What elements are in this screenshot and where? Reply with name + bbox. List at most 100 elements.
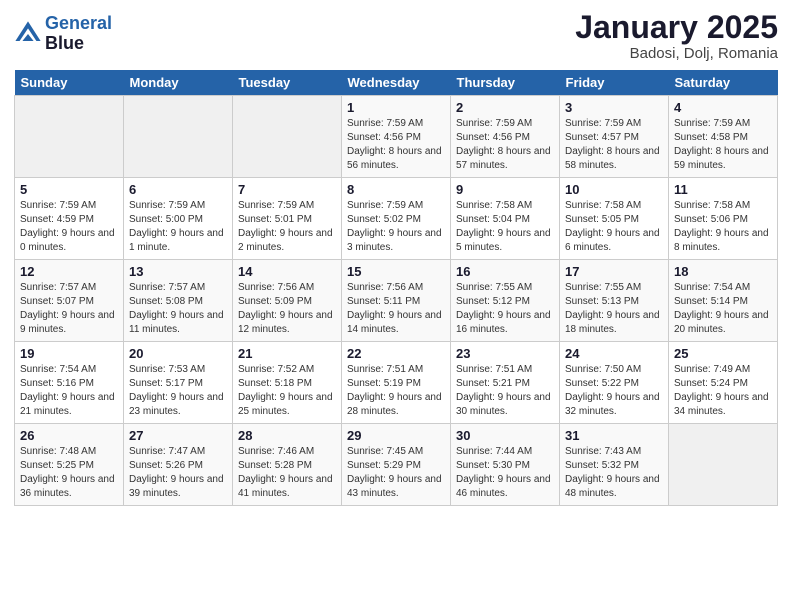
day-number: 7 — [238, 182, 336, 197]
day-number: 24 — [565, 346, 663, 361]
calendar-cell: 6 Sunrise: 7:59 AMSunset: 5:00 PMDayligh… — [124, 178, 233, 260]
day-info: Sunrise: 7:57 AMSunset: 5:08 PMDaylight:… — [129, 281, 227, 337]
day-info: Sunrise: 7:58 AMSunset: 5:04 PMDaylight:… — [456, 199, 554, 255]
col-thursday: Thursday — [451, 70, 560, 96]
day-number: 8 — [347, 182, 445, 197]
calendar-cell: 5 Sunrise: 7:59 AMSunset: 4:59 PMDayligh… — [15, 178, 124, 260]
day-info: Sunrise: 7:58 AMSunset: 5:05 PMDaylight:… — [565, 199, 663, 255]
day-info: Sunrise: 7:59 AMSunset: 4:59 PMDaylight:… — [20, 199, 118, 255]
day-number: 4 — [674, 100, 772, 115]
calendar-cell: 19 Sunrise: 7:54 AMSunset: 5:16 PMDaylig… — [15, 342, 124, 424]
calendar-cell: 8 Sunrise: 7:59 AMSunset: 5:02 PMDayligh… — [342, 178, 451, 260]
logo: General Blue — [14, 14, 112, 54]
location: Badosi, Dolj, Romania — [575, 45, 778, 62]
calendar-cell: 1 Sunrise: 7:59 AMSunset: 4:56 PMDayligh… — [342, 96, 451, 178]
day-number: 13 — [129, 264, 227, 279]
calendar-week-row: 26 Sunrise: 7:48 AMSunset: 5:25 PMDaylig… — [15, 424, 778, 506]
title-block: January 2025 Badosi, Dolj, Romania — [575, 10, 778, 62]
day-info: Sunrise: 7:57 AMSunset: 5:07 PMDaylight:… — [20, 281, 118, 337]
day-info: Sunrise: 7:53 AMSunset: 5:17 PMDaylight:… — [129, 363, 227, 419]
day-number: 20 — [129, 346, 227, 361]
day-info: Sunrise: 7:58 AMSunset: 5:06 PMDaylight:… — [674, 199, 772, 255]
calendar-week-row: 19 Sunrise: 7:54 AMSunset: 5:16 PMDaylig… — [15, 342, 778, 424]
logo-general: General — [45, 13, 112, 33]
logo-blue: Blue — [45, 33, 84, 53]
col-friday: Friday — [560, 70, 669, 96]
day-number: 18 — [674, 264, 772, 279]
day-info: Sunrise: 7:55 AMSunset: 5:13 PMDaylight:… — [565, 281, 663, 337]
calendar-week-row: 5 Sunrise: 7:59 AMSunset: 4:59 PMDayligh… — [15, 178, 778, 260]
calendar-header-row: Sunday Monday Tuesday Wednesday Thursday… — [15, 70, 778, 96]
month-title: January 2025 — [575, 10, 778, 45]
day-info: Sunrise: 7:51 AMSunset: 5:21 PMDaylight:… — [456, 363, 554, 419]
logo-text: General Blue — [45, 14, 112, 54]
calendar-cell: 24 Sunrise: 7:50 AMSunset: 5:22 PMDaylig… — [560, 342, 669, 424]
day-number: 25 — [674, 346, 772, 361]
day-info: Sunrise: 7:54 AMSunset: 5:14 PMDaylight:… — [674, 281, 772, 337]
day-info: Sunrise: 7:59 AMSunset: 4:56 PMDaylight:… — [456, 117, 554, 173]
calendar-cell — [124, 96, 233, 178]
logo-icon — [14, 20, 42, 48]
col-wednesday: Wednesday — [342, 70, 451, 96]
calendar-cell: 17 Sunrise: 7:55 AMSunset: 5:13 PMDaylig… — [560, 260, 669, 342]
calendar-cell: 25 Sunrise: 7:49 AMSunset: 5:24 PMDaylig… — [669, 342, 778, 424]
day-info: Sunrise: 7:55 AMSunset: 5:12 PMDaylight:… — [456, 281, 554, 337]
day-number: 15 — [347, 264, 445, 279]
calendar-week-row: 1 Sunrise: 7:59 AMSunset: 4:56 PMDayligh… — [15, 96, 778, 178]
day-number: 2 — [456, 100, 554, 115]
day-info: Sunrise: 7:59 AMSunset: 4:58 PMDaylight:… — [674, 117, 772, 173]
calendar-cell — [15, 96, 124, 178]
col-saturday: Saturday — [669, 70, 778, 96]
day-number: 26 — [20, 428, 118, 443]
calendar-table: Sunday Monday Tuesday Wednesday Thursday… — [14, 70, 778, 506]
col-monday: Monday — [124, 70, 233, 96]
calendar-cell: 13 Sunrise: 7:57 AMSunset: 5:08 PMDaylig… — [124, 260, 233, 342]
calendar-cell: 23 Sunrise: 7:51 AMSunset: 5:21 PMDaylig… — [451, 342, 560, 424]
calendar-cell: 31 Sunrise: 7:43 AMSunset: 5:32 PMDaylig… — [560, 424, 669, 506]
day-number: 23 — [456, 346, 554, 361]
day-number: 11 — [674, 182, 772, 197]
col-sunday: Sunday — [15, 70, 124, 96]
calendar-cell: 16 Sunrise: 7:55 AMSunset: 5:12 PMDaylig… — [451, 260, 560, 342]
day-info: Sunrise: 7:59 AMSunset: 4:57 PMDaylight:… — [565, 117, 663, 173]
day-number: 9 — [456, 182, 554, 197]
day-number: 21 — [238, 346, 336, 361]
calendar-cell: 27 Sunrise: 7:47 AMSunset: 5:26 PMDaylig… — [124, 424, 233, 506]
calendar-cell: 7 Sunrise: 7:59 AMSunset: 5:01 PMDayligh… — [233, 178, 342, 260]
day-info: Sunrise: 7:50 AMSunset: 5:22 PMDaylight:… — [565, 363, 663, 419]
day-number: 1 — [347, 100, 445, 115]
calendar-cell: 15 Sunrise: 7:56 AMSunset: 5:11 PMDaylig… — [342, 260, 451, 342]
calendar-cell: 20 Sunrise: 7:53 AMSunset: 5:17 PMDaylig… — [124, 342, 233, 424]
day-number: 28 — [238, 428, 336, 443]
calendar-cell — [669, 424, 778, 506]
day-info: Sunrise: 7:44 AMSunset: 5:30 PMDaylight:… — [456, 445, 554, 501]
day-info: Sunrise: 7:56 AMSunset: 5:09 PMDaylight:… — [238, 281, 336, 337]
calendar-cell: 4 Sunrise: 7:59 AMSunset: 4:58 PMDayligh… — [669, 96, 778, 178]
calendar-cell: 3 Sunrise: 7:59 AMSunset: 4:57 PMDayligh… — [560, 96, 669, 178]
day-info: Sunrise: 7:46 AMSunset: 5:28 PMDaylight:… — [238, 445, 336, 501]
day-info: Sunrise: 7:59 AMSunset: 5:00 PMDaylight:… — [129, 199, 227, 255]
day-info: Sunrise: 7:56 AMSunset: 5:11 PMDaylight:… — [347, 281, 445, 337]
day-number: 30 — [456, 428, 554, 443]
day-info: Sunrise: 7:45 AMSunset: 5:29 PMDaylight:… — [347, 445, 445, 501]
calendar-cell: 12 Sunrise: 7:57 AMSunset: 5:07 PMDaylig… — [15, 260, 124, 342]
header: General Blue January 2025 Badosi, Dolj, … — [14, 10, 778, 62]
day-number: 12 — [20, 264, 118, 279]
day-info: Sunrise: 7:59 AMSunset: 5:01 PMDaylight:… — [238, 199, 336, 255]
calendar-cell — [233, 96, 342, 178]
calendar-cell: 28 Sunrise: 7:46 AMSunset: 5:28 PMDaylig… — [233, 424, 342, 506]
day-number: 29 — [347, 428, 445, 443]
calendar-cell: 30 Sunrise: 7:44 AMSunset: 5:30 PMDaylig… — [451, 424, 560, 506]
calendar-cell: 10 Sunrise: 7:58 AMSunset: 5:05 PMDaylig… — [560, 178, 669, 260]
calendar-cell: 18 Sunrise: 7:54 AMSunset: 5:14 PMDaylig… — [669, 260, 778, 342]
calendar-week-row: 12 Sunrise: 7:57 AMSunset: 5:07 PMDaylig… — [15, 260, 778, 342]
col-tuesday: Tuesday — [233, 70, 342, 96]
calendar-cell: 26 Sunrise: 7:48 AMSunset: 5:25 PMDaylig… — [15, 424, 124, 506]
day-number: 5 — [20, 182, 118, 197]
day-info: Sunrise: 7:43 AMSunset: 5:32 PMDaylight:… — [565, 445, 663, 501]
day-info: Sunrise: 7:59 AMSunset: 4:56 PMDaylight:… — [347, 117, 445, 173]
calendar-cell: 2 Sunrise: 7:59 AMSunset: 4:56 PMDayligh… — [451, 96, 560, 178]
day-info: Sunrise: 7:51 AMSunset: 5:19 PMDaylight:… — [347, 363, 445, 419]
calendar-cell: 22 Sunrise: 7:51 AMSunset: 5:19 PMDaylig… — [342, 342, 451, 424]
calendar-cell: 21 Sunrise: 7:52 AMSunset: 5:18 PMDaylig… — [233, 342, 342, 424]
